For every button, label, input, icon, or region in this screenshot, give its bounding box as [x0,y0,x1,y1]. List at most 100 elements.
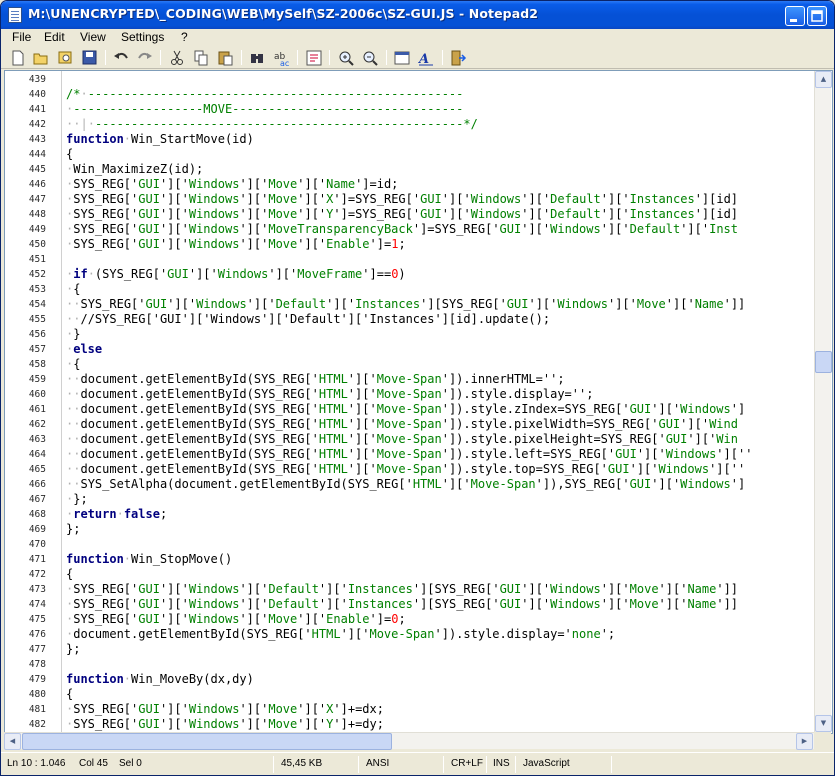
code-line[interactable]: ·} [66,327,80,342]
code-line[interactable]: ·------------------MOVE-----------------… [66,102,463,117]
code-line[interactable]: ··document.getElementById(SYS_REG['HTML'… [66,462,745,477]
code-line[interactable]: ·Win_MaximizeZ(id); [66,162,203,177]
line-number: 454 [28,299,46,310]
status-position: Ln 10 : 1.046 [7,758,66,769]
status-encoding[interactable]: ANSI [366,758,389,769]
code-line[interactable]: ··document.getElementById(SYS_REG['HTML'… [66,432,738,447]
code-editor[interactable]: 439 440 441 442 443 444 445 446 447 448 449 450 451 4… [4,70,833,734]
scroll-left-arrow-icon[interactable]: ◀ [4,733,21,750]
status-scheme[interactable]: JavaScript [523,758,570,769]
horizontal-scrollbar[interactable]: ◀ ▶ [4,732,814,750]
line-number: 444 [28,149,46,160]
code-line[interactable]: ·SYS_REG['GUI']['Windows']['Move']['Enab… [66,237,406,252]
code-line[interactable]: ·else [66,342,102,357]
vertical-scroll-thumb[interactable] [815,351,832,373]
new-file-icon[interactable] [8,48,28,67]
code-line[interactable]: ·{ [66,357,80,372]
find-icon[interactable] [247,48,267,67]
code-line[interactable]: ·if·(SYS_REG['GUI']['Windows']['MoveFram… [66,267,406,282]
code-line[interactable]: ·SYS_REG['GUI']['Windows']['MoveTranspar… [66,222,738,237]
code-line[interactable]: ··document.getElementById(SYS_REG['HTML'… [66,402,745,417]
code-line[interactable]: ·document.getElementById(SYS_REG['HTML']… [66,627,615,642]
line-number: 445 [28,164,46,175]
vertical-scrollbar[interactable]: ▲ ▼ [814,71,832,732]
exit-icon[interactable] [448,48,468,67]
copy-icon[interactable] [191,48,211,67]
minimize-button[interactable] [785,6,805,26]
browse-icon[interactable] [55,48,75,67]
notepad2-window: M:\UNENCRYPTED\_CODING\WEB\MySelf\SZ-200… [0,0,835,776]
undo-icon[interactable] [111,48,131,67]
scroll-up-arrow-icon[interactable]: ▲ [815,71,832,88]
menu-help[interactable]: ? [181,30,188,44]
status-line-endings[interactable]: CR+LF [451,758,483,769]
font-icon[interactable]: A [416,48,436,67]
code-line[interactable]: }; [66,522,80,537]
status-bar: Ln 10 : 1.046 Col 45 Sel 0 45,45 KB ANSI… [1,752,834,775]
zoom-out-icon[interactable] [360,48,380,67]
menu-view[interactable]: View [80,30,106,44]
code-line[interactable]: ··document.getElementById(SYS_REG['HTML'… [66,372,565,387]
code-line[interactable]: ··//SYS_REG['GUI']['Windows']['Default']… [66,312,550,327]
code-line[interactable]: }; [66,642,80,657]
word-wrap-icon[interactable] [304,48,324,67]
code-line[interactable]: ·}; [66,492,88,507]
menu-file[interactable]: File [12,30,31,44]
code-line[interactable]: function·Win_StopMove() [66,552,232,567]
code-line[interactable]: ·SYS_REG['GUI']['Windows']['Move']['X']+… [66,702,384,717]
select-scheme-icon[interactable] [392,48,412,67]
code-line[interactable]: ··document.getElementById(SYS_REG['HTML'… [66,387,593,402]
maximize-button[interactable] [807,6,827,26]
code-line[interactable]: ··|·------------------------------------… [66,117,478,132]
menu-settings[interactable]: Settings [121,30,164,44]
code-line[interactable]: function·Win_StartMove(id) [66,132,254,147]
line-number: 460 [28,389,46,400]
code-line[interactable]: ·{ [66,282,80,297]
replace-icon[interactable]: ab ac [271,48,291,68]
line-number: 479 [28,674,46,685]
line-number: 441 [28,104,46,115]
status-insert-mode: INS [493,758,510,769]
notepad-app-icon[interactable] [8,7,22,23]
code-line[interactable]: ·SYS_REG['GUI']['Windows']['Default']['I… [66,582,738,597]
code-line[interactable]: ·SYS_REG['GUI']['Windows']['Default']['I… [66,597,738,612]
zoom-in-icon[interactable] [336,48,356,67]
code-line[interactable]: ·SYS_REG['GUI']['Windows']['Move']['Name… [66,177,398,192]
open-folder-icon[interactable] [31,48,51,67]
scroll-right-arrow-icon[interactable]: ▶ [796,733,813,750]
code-area[interactable]: /*·-------------------------------------… [66,71,811,731]
toolbar: ab ac A [1,47,834,69]
status-column: Col 45 [79,758,108,769]
code-line[interactable]: { [66,687,73,702]
status-selection: Sel 0 [119,758,142,769]
code-line[interactable]: ··SYS_REG['GUI']['Windows']['Default']['… [66,297,745,312]
code-line[interactable]: function·Win_MoveBy(dx,dy) [66,672,254,687]
line-number: 448 [28,209,46,220]
redo-icon[interactable] [135,48,155,67]
svg-text:ac: ac [280,59,289,67]
line-number: 480 [28,689,46,700]
cut-icon[interactable] [167,48,187,67]
menu-bar: File Edit View Settings ? [1,29,834,47]
code-line[interactable]: ·return·false; [66,507,167,522]
code-line[interactable]: ·SYS_REG['GUI']['Windows']['Move']['Y']=… [66,207,738,222]
title-bar[interactable]: M:\UNENCRYPTED\_CODING\WEB\MySelf\SZ-200… [1,1,834,29]
menu-edit[interactable]: Edit [44,30,65,44]
code-line[interactable]: { [66,147,73,162]
horizontal-scroll-thumb[interactable] [22,733,392,750]
code-line[interactable]: { [66,567,73,582]
code-line[interactable]: ··SYS_SetAlpha(document.getElementById(S… [66,477,745,492]
code-line[interactable]: ·SYS_REG['GUI']['Windows']['Move']['X']=… [66,192,738,207]
line-number: 463 [28,434,46,445]
code-line[interactable]: /*·-------------------------------------… [66,87,463,102]
code-line[interactable]: ··document.getElementById(SYS_REG['HTML'… [66,417,738,432]
paste-icon[interactable] [215,48,235,67]
line-number: 439 [28,74,46,85]
scroll-down-arrow-icon[interactable]: ▼ [815,715,832,732]
code-line[interactable]: ··document.getElementById(SYS_REG['HTML'… [66,447,752,462]
code-line[interactable]: ·SYS_REG['GUI']['Windows']['Move']['Enab… [66,612,406,627]
save-icon[interactable] [79,48,99,67]
line-number: 466 [28,479,46,490]
line-number: 475 [28,614,46,625]
code-line[interactable]: ·SYS_REG['GUI']['Windows']['Move']['Y']+… [66,717,384,731]
